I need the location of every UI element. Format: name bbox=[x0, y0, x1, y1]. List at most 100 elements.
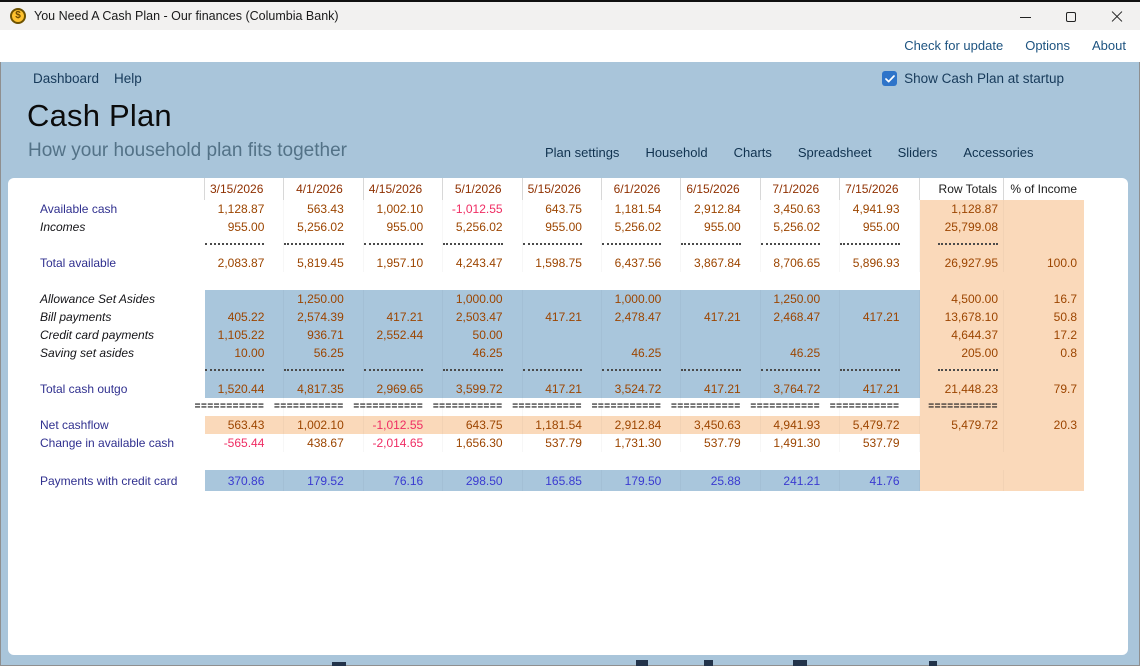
pct-cell bbox=[1004, 200, 1084, 218]
pct-cell: 100.0 bbox=[1004, 254, 1084, 272]
tab-charts[interactable]: Charts bbox=[734, 145, 772, 160]
value-cell: 417.21 bbox=[840, 380, 919, 398]
value-cell: -565.44 bbox=[205, 434, 284, 452]
value-cell: 4,941.93 bbox=[840, 200, 919, 218]
row-label: Incomes bbox=[18, 220, 205, 234]
separator-cell: =========== bbox=[284, 398, 363, 416]
value-cell: 1,002.10 bbox=[284, 416, 363, 434]
dashed-rule bbox=[681, 243, 740, 245]
page-subtitle: How your household plan fits together bbox=[28, 140, 347, 162]
separator-cell bbox=[523, 236, 602, 254]
separator-cell: =========== bbox=[681, 398, 760, 416]
dashed-rule bbox=[681, 369, 740, 371]
value-cell: 6,437.56 bbox=[602, 254, 681, 272]
dashed-rule bbox=[443, 369, 502, 371]
tab-household[interactable]: Household bbox=[645, 145, 707, 160]
value-cell: 241.21 bbox=[761, 470, 840, 491]
value-cell: 438.67 bbox=[284, 434, 363, 452]
value-cell: 417.21 bbox=[681, 380, 760, 398]
value-cell: 5,819.45 bbox=[284, 254, 363, 272]
checkbox-checked-icon bbox=[882, 71, 897, 86]
value-cell: 1,250.00 bbox=[761, 290, 840, 308]
row-total-cell: 205.00 bbox=[920, 344, 1005, 362]
separator-cell bbox=[443, 362, 522, 380]
minimize-button[interactable] bbox=[1002, 2, 1048, 32]
value-cell: 955.00 bbox=[681, 218, 760, 236]
double-rule: =========== bbox=[433, 402, 503, 412]
dashed-rule bbox=[602, 369, 661, 371]
clipped-text-fragment bbox=[793, 660, 807, 666]
clipped-text-fragment bbox=[332, 662, 346, 666]
value-cell: 1,598.75 bbox=[523, 254, 602, 272]
date-column-header: 4/15/2026 bbox=[364, 178, 443, 200]
menu-dashboard[interactable]: Dashboard bbox=[33, 71, 99, 86]
separator-cell: =========== bbox=[761, 398, 840, 416]
about-link[interactable]: About bbox=[1092, 38, 1126, 53]
table-row: Net cashflow563.431,002.10-1,012.55643.7… bbox=[18, 416, 1088, 434]
show-cash-plan-at-startup-checkbox[interactable]: Show Cash Plan at startup bbox=[882, 71, 1064, 86]
row-total-cell: 13,678.10 bbox=[920, 308, 1005, 326]
value-cell: 5,256.02 bbox=[761, 218, 840, 236]
value-cell: 955.00 bbox=[840, 218, 919, 236]
tab-spreadsheet[interactable]: Spreadsheet bbox=[798, 145, 872, 160]
date-column-header: 7/1/2026 bbox=[761, 178, 840, 200]
check-for-update-link[interactable]: Check for update bbox=[904, 38, 1003, 53]
value-cell: -2,014.65 bbox=[364, 434, 443, 452]
cash-plan-table: 3/15/20264/1/20264/15/20265/1/20265/15/2… bbox=[18, 178, 1088, 491]
value-cell: 4,941.93 bbox=[761, 416, 840, 434]
separator-cell bbox=[920, 236, 1005, 254]
table-row: Total available2,083.875,819.451,957.104… bbox=[18, 254, 1088, 272]
value-cell: 1,520.44 bbox=[205, 380, 284, 398]
separator-cell bbox=[602, 362, 681, 380]
value-cell: 3,867.84 bbox=[681, 254, 760, 272]
separator-cell bbox=[681, 236, 760, 254]
dashed-rule bbox=[840, 243, 899, 245]
row-total-cell bbox=[920, 470, 1005, 491]
separator-cell: =========== bbox=[602, 398, 681, 416]
value-cell: 2,552.44 bbox=[364, 326, 443, 344]
minimize-icon bbox=[1020, 17, 1031, 18]
date-column-header: 6/1/2026 bbox=[602, 178, 681, 200]
value-cell: 1,491.30 bbox=[761, 434, 840, 452]
value-cell: 1,181.54 bbox=[602, 200, 681, 218]
value-cell: 955.00 bbox=[205, 218, 284, 236]
separator-cell bbox=[205, 236, 284, 254]
separator-cell bbox=[681, 362, 760, 380]
close-icon bbox=[1111, 11, 1123, 23]
dashed-rule bbox=[364, 243, 423, 245]
value-cell: 5,896.93 bbox=[840, 254, 919, 272]
title-bar: $ You Need A Cash Plan - Our finances (C… bbox=[0, 0, 1140, 30]
tab-plan-settings[interactable]: Plan settings bbox=[545, 145, 619, 160]
menu-help[interactable]: Help bbox=[114, 71, 142, 86]
date-column-header: 4/1/2026 bbox=[284, 178, 363, 200]
value-cell: 417.21 bbox=[523, 380, 602, 398]
maximize-button[interactable] bbox=[1048, 2, 1094, 32]
value-cell: 537.79 bbox=[681, 434, 760, 452]
value-cell: 2,468.47 bbox=[761, 308, 840, 326]
separator-cell bbox=[364, 362, 443, 380]
tab-accessories[interactable]: Accessories bbox=[963, 145, 1033, 160]
row-total-cell: 5,479.72 bbox=[920, 416, 1005, 434]
value-cell: 1,656.30 bbox=[443, 434, 522, 452]
dashed-rule bbox=[284, 369, 343, 371]
value-cell: 5,479.72 bbox=[840, 416, 919, 434]
value-cell bbox=[761, 326, 840, 344]
tab-sliders[interactable]: Sliders bbox=[898, 145, 938, 160]
double-separator-row: ========================================… bbox=[18, 398, 1088, 416]
separator-cell bbox=[840, 362, 919, 380]
value-cell: 955.00 bbox=[364, 218, 443, 236]
value-cell bbox=[681, 344, 760, 362]
pct-cell: 17.2 bbox=[1004, 326, 1084, 344]
value-cell bbox=[602, 326, 681, 344]
options-link[interactable]: Options bbox=[1025, 38, 1070, 53]
dashed-rule bbox=[938, 369, 998, 371]
value-cell: 405.22 bbox=[205, 308, 284, 326]
value-cell: 4,243.47 bbox=[443, 254, 522, 272]
separator-cell bbox=[761, 236, 840, 254]
separator-cell: =========== bbox=[840, 398, 919, 416]
close-button[interactable] bbox=[1094, 2, 1140, 32]
value-cell bbox=[523, 290, 602, 308]
double-rule: =========== bbox=[928, 402, 998, 412]
row-total-cell: 4,500.00 bbox=[920, 290, 1005, 308]
double-rule: =========== bbox=[512, 402, 582, 412]
